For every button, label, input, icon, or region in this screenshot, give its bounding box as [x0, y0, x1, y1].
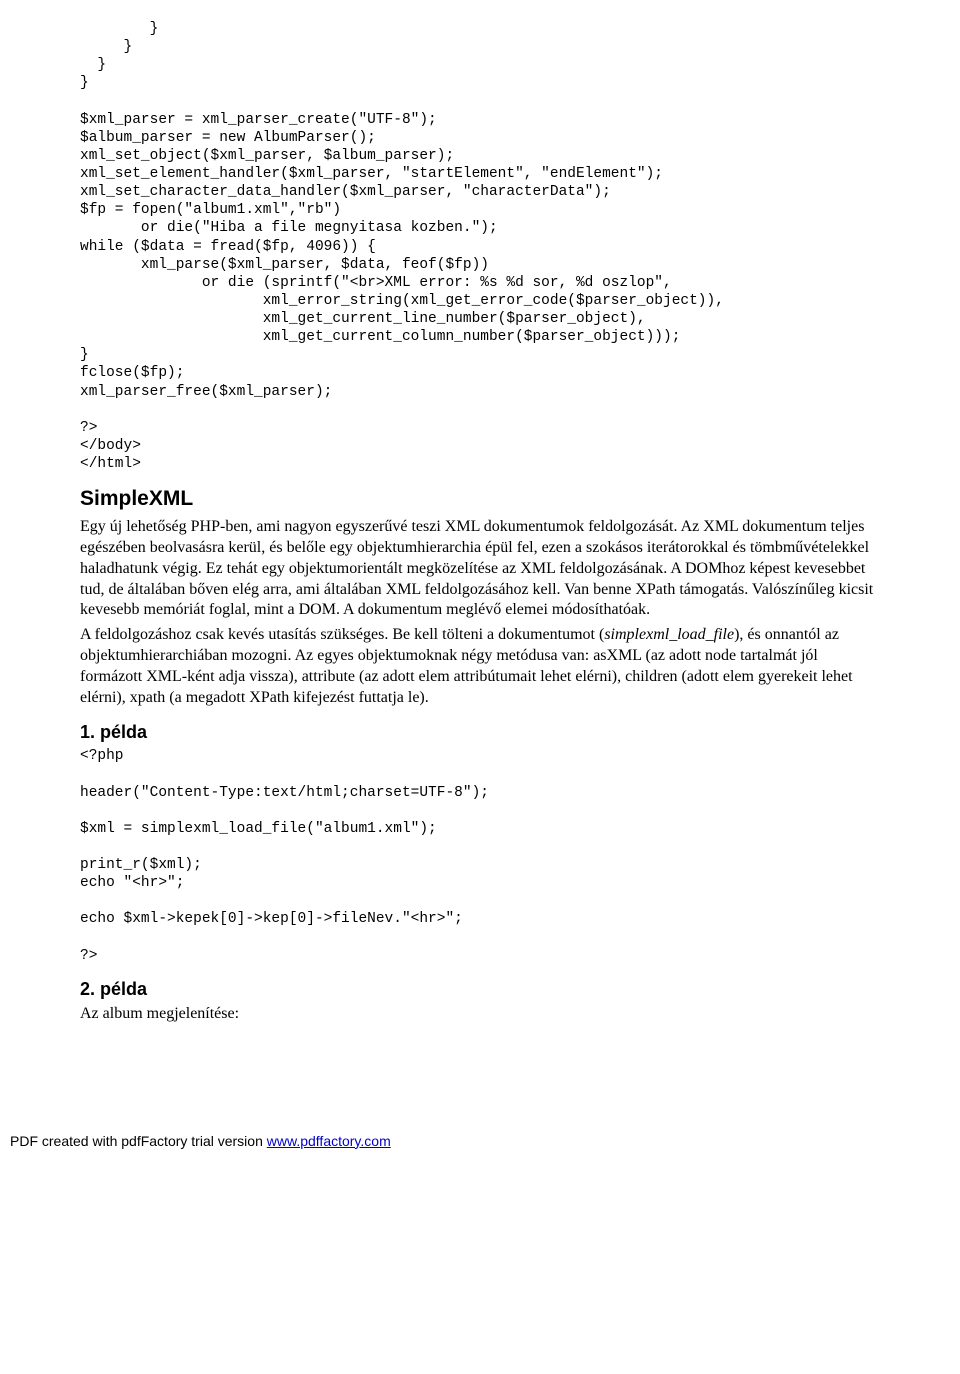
footer-text: PDF created with pdfFactory trial versio…	[10, 1133, 267, 1149]
code-block-php-parser: } } } } $xml_parser = xml_parser_create(…	[80, 20, 880, 473]
paragraph-intro: Egy új lehetőség PHP-ben, ami nagyon egy…	[80, 517, 880, 621]
heading-example-1: 1. példa	[80, 722, 880, 743]
code-block-example-1: <?php header("Content-Type:text/html;cha…	[80, 747, 880, 965]
document-page: } } } } $xml_parser = xml_parser_create(…	[0, 0, 960, 1049]
para2-italic: simplexml_load_file	[604, 626, 734, 643]
pdf-footer: PDF created with pdfFactory trial versio…	[0, 1129, 960, 1159]
paragraph-methods: A feldolgozáshoz csak kevés utasítás szü…	[80, 625, 880, 708]
heading-simplexml: SimpleXML	[80, 487, 880, 511]
paragraph-example-2: Az album megjelenítése:	[80, 1004, 880, 1025]
footer-link[interactable]: www.pdffactory.com	[267, 1133, 391, 1149]
heading-example-2: 2. példa	[80, 979, 880, 1000]
para2-pre: A feldolgozáshoz csak kevés utasítás szü…	[80, 626, 604, 643]
